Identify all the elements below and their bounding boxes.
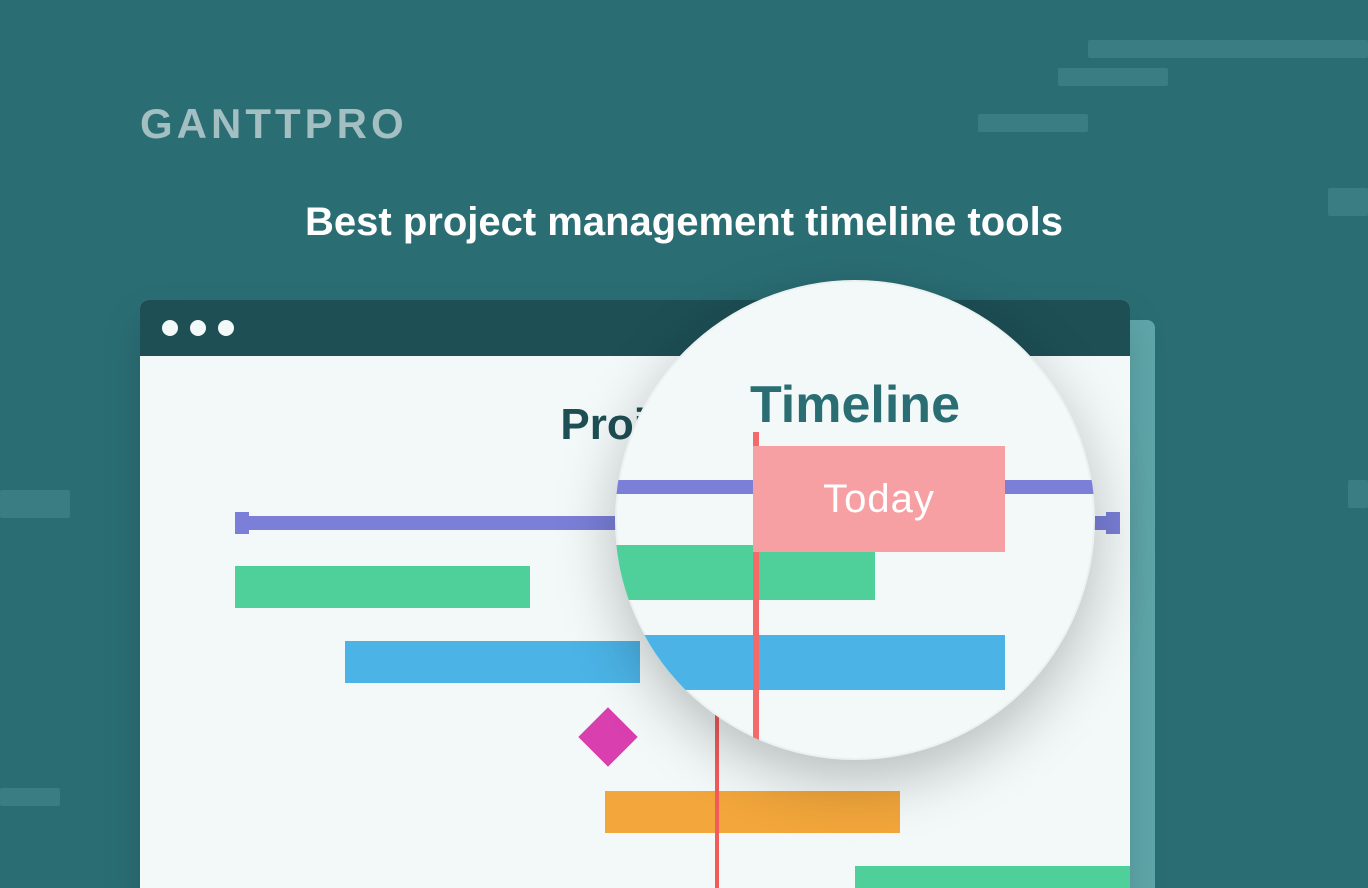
- brand-logo: GANTTPRO: [140, 100, 408, 148]
- gantt-task-bar: [605, 791, 900, 833]
- gantt-task-bar: [345, 641, 640, 683]
- magnifier-lens: Timeline Today: [615, 280, 1095, 760]
- window-control-icon: [218, 320, 234, 336]
- decoration-bar: [0, 490, 70, 518]
- gantt-summary-cap: [235, 512, 249, 534]
- decoration-bar: [1058, 68, 1168, 86]
- gantt-task-bar: [615, 545, 875, 600]
- decoration-bar: [1348, 480, 1368, 508]
- window-control-icon: [190, 320, 206, 336]
- today-flag-label: Today: [823, 477, 935, 522]
- gantt-milestone-icon: [578, 707, 637, 766]
- today-flag: Today: [753, 446, 1005, 552]
- gantt-task-bar: [615, 635, 1005, 690]
- decoration-bar: [1088, 40, 1368, 58]
- gantt-task-bar: [235, 566, 530, 608]
- decoration-bar: [978, 114, 1088, 132]
- magnifier-title: Timeline: [615, 375, 1095, 435]
- page-headline: Best project management timeline tools: [0, 200, 1368, 245]
- gantt-summary-cap: [1106, 512, 1120, 534]
- gantt-task-bar: [855, 866, 1130, 888]
- decoration-bar: [0, 788, 60, 806]
- window-control-icon: [162, 320, 178, 336]
